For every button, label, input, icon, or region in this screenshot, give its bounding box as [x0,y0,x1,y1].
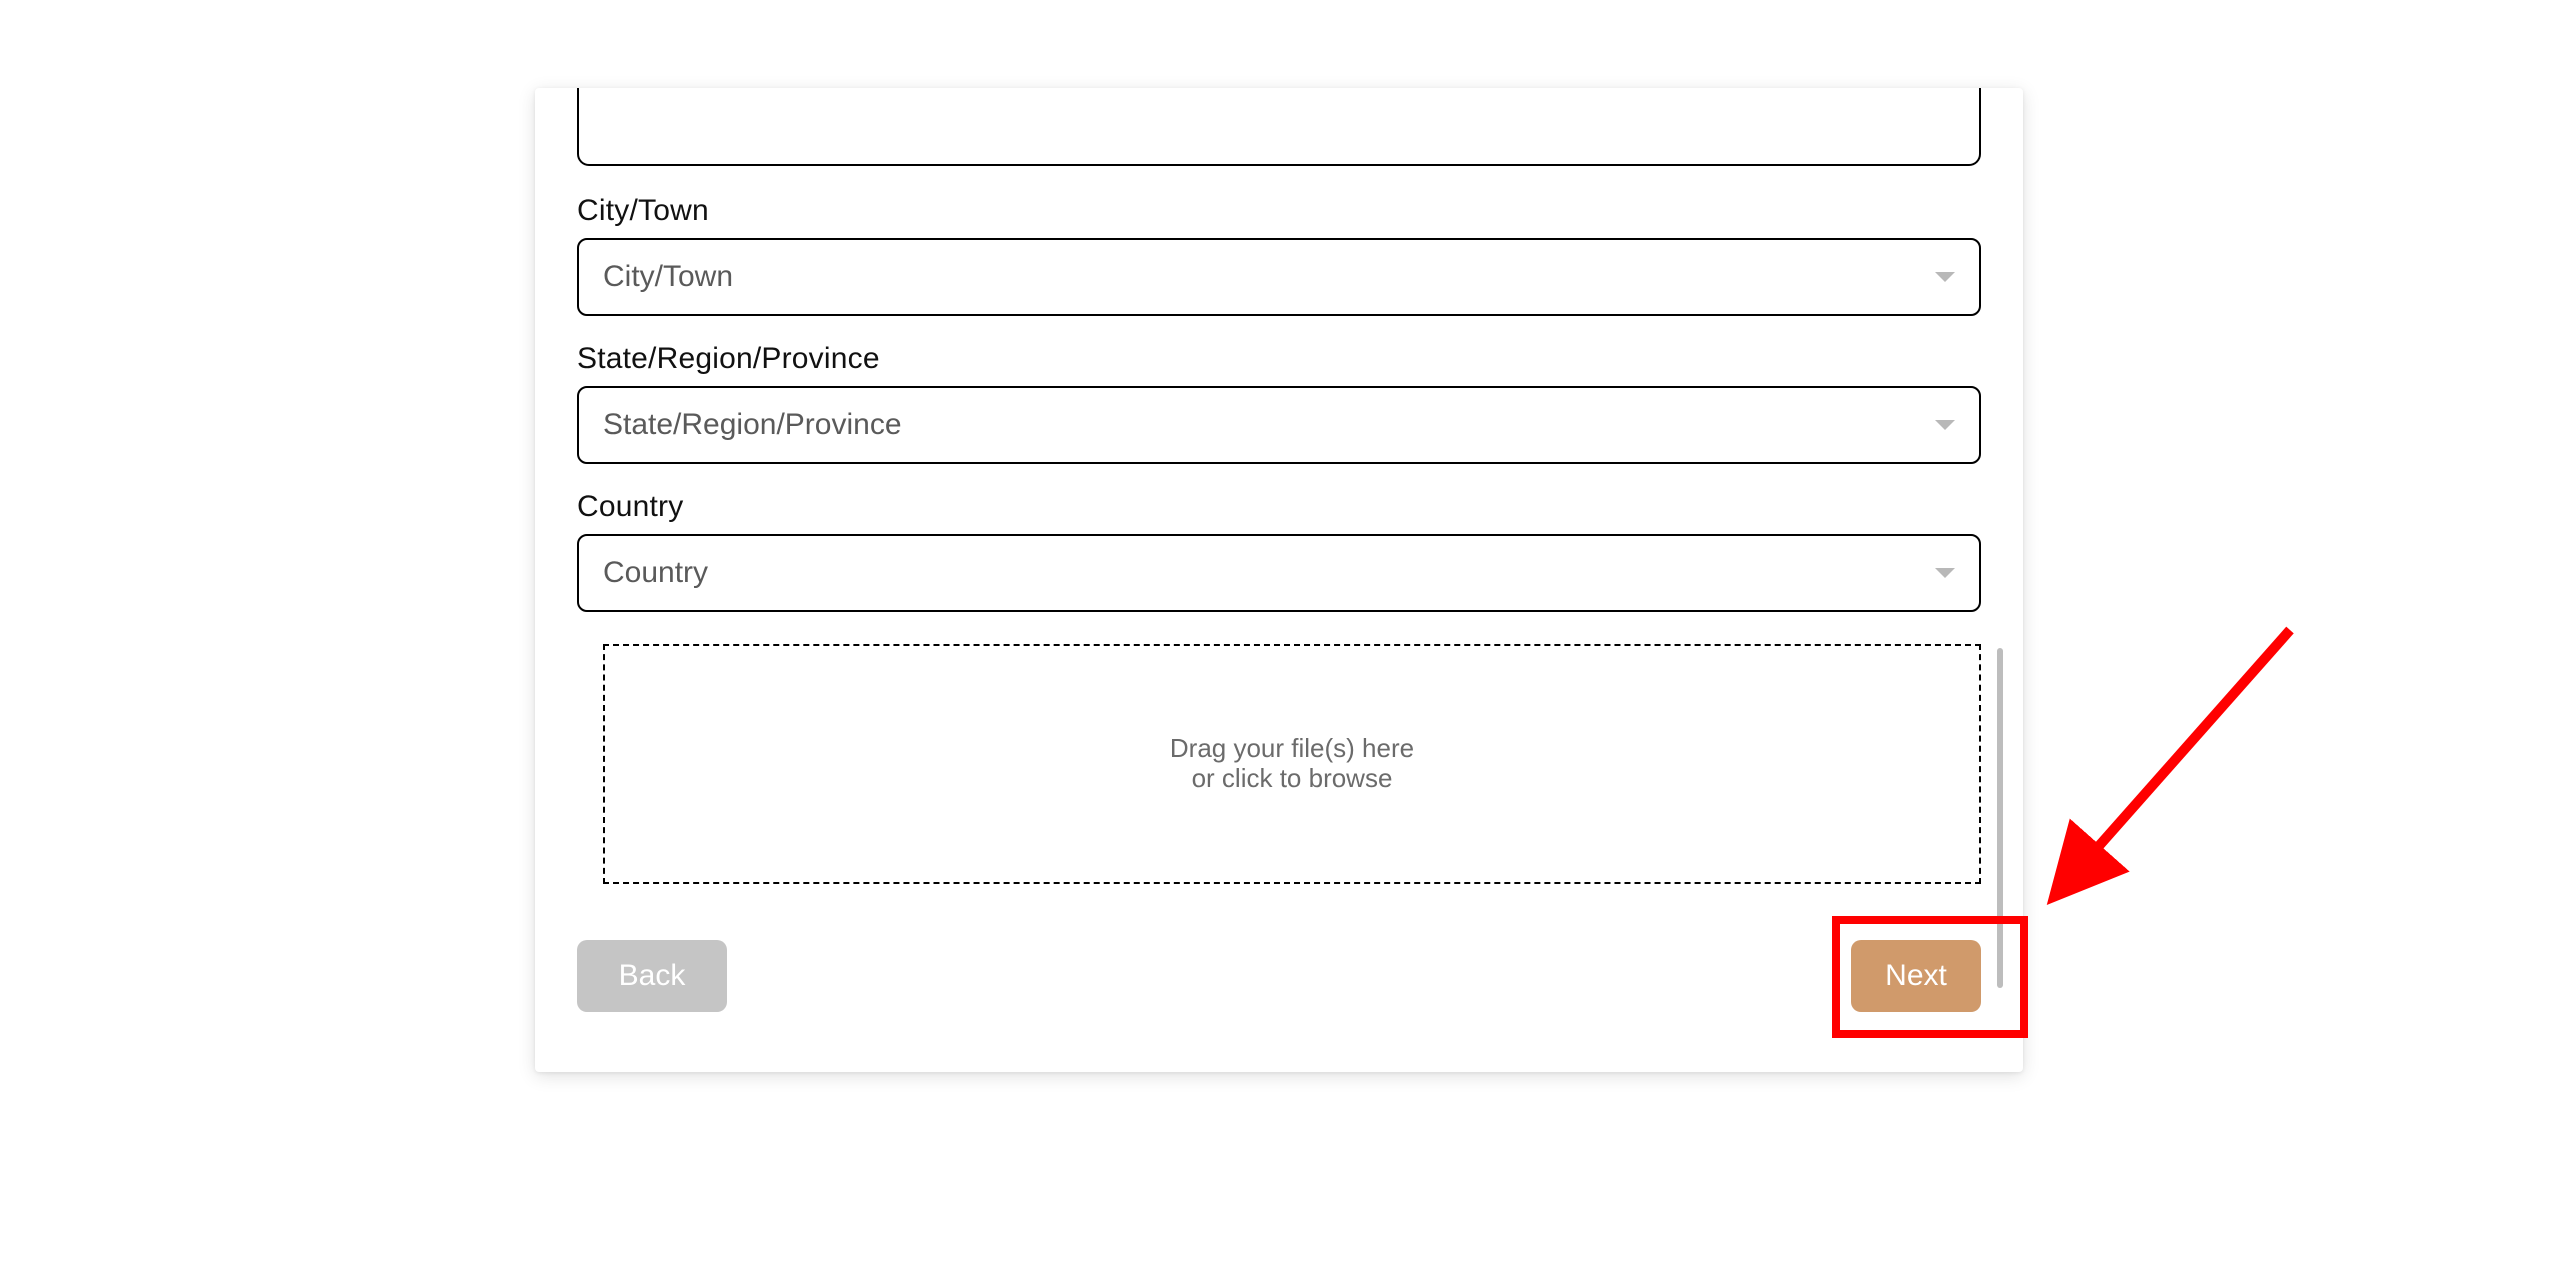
field-state: State/Region/Province State/Region/Provi… [577,342,1981,464]
city-select[interactable]: City/Town [577,238,1981,316]
city-label: City/Town [577,194,1981,228]
chevron-down-icon [1935,272,1955,282]
stage: City/Town City/Town State/Region/Provinc… [0,0,2560,1284]
chevron-down-icon [1935,420,1955,430]
field-city: City/Town City/Town [577,194,1981,316]
file-dropzone[interactable]: Drag your file(s) here or click to brows… [603,644,1981,884]
back-button[interactable]: Back [577,940,727,1012]
state-placeholder: State/Region/Province [603,408,902,442]
state-select[interactable]: State/Region/Province [577,386,1981,464]
partial-top-input[interactable] [577,88,1981,166]
field-country: Country Country [577,490,1981,612]
country-label: Country [577,490,1981,524]
country-placeholder: Country [603,556,708,590]
state-label: State/Region/Province [577,342,1981,376]
annotation-arrow-icon [2010,610,2310,930]
form-card: City/Town City/Town State/Region/Provinc… [535,88,2023,1072]
city-placeholder: City/Town [603,260,733,294]
dropzone-text-line2: or click to browse [1192,764,1393,794]
chevron-down-icon [1935,568,1955,578]
dropzone-text-line1: Drag your file(s) here [1170,734,1414,764]
country-select[interactable]: Country [577,534,1981,612]
annotation-highlight-box [1832,916,2028,1038]
